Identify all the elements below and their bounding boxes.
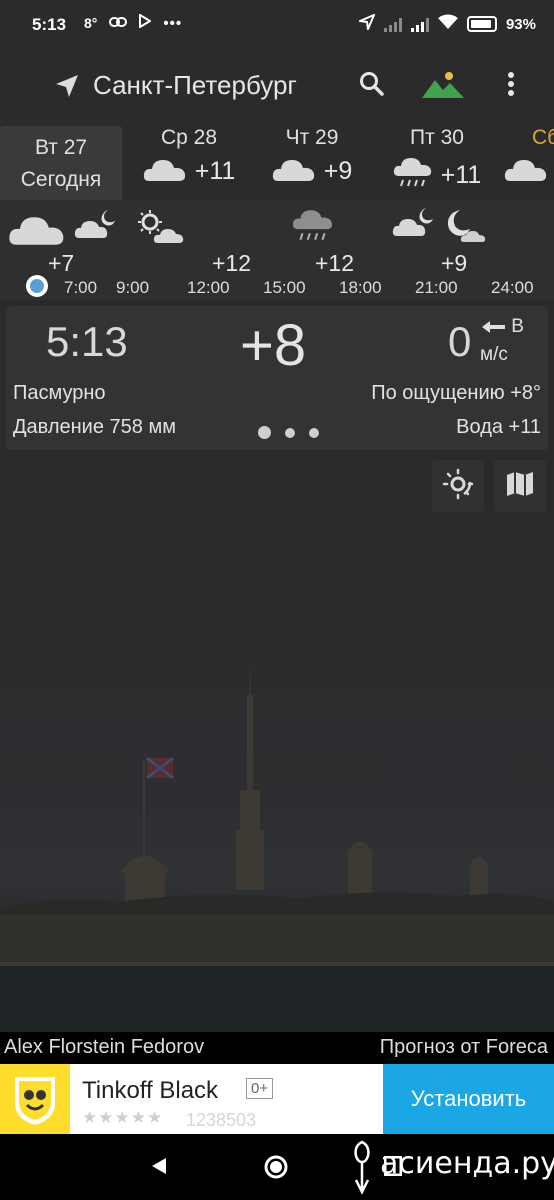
rain-icon — [393, 156, 433, 195]
status-time: 5:13 — [32, 15, 67, 34]
day-label: Ср 28 — [160, 126, 218, 149]
forecast-source[interactable]: Прогноз от Foreca — [380, 1036, 548, 1059]
watermark-text: асиенда.ру — [380, 1146, 554, 1181]
location-icon[interactable] — [54, 73, 80, 104]
night-cloudy-icon — [392, 206, 438, 243]
rating-stars: ★★★★★ — [82, 1108, 164, 1127]
navigation-bar: асиенда.ру — [0, 1134, 554, 1200]
tinkoff-logo — [0, 1064, 70, 1134]
partly-sunny-icon — [136, 210, 186, 249]
install-button[interactable]: Установить — [383, 1064, 554, 1134]
map-icon — [505, 469, 535, 504]
hourly-temp: +12 — [212, 250, 252, 276]
location-arrow-icon — [356, 13, 376, 34]
wind-speed: 0 — [448, 318, 472, 365]
wind-direction-label: В — [511, 316, 524, 337]
condition-text: Пасмурно — [13, 382, 106, 404]
hourly-temp: +9 — [441, 250, 468, 276]
weather-screen: 5:13 8° ••• 93% Санкт-Петербург Вт 27 Се… — [0, 0, 554, 1200]
day-today-label: Сегодня — [20, 168, 102, 191]
day-tab-sat[interactable]: Сб — [504, 126, 554, 200]
night-clear-icon — [446, 208, 488, 249]
wifi-icon — [437, 14, 458, 34]
hourly-time: 24:00 — [491, 278, 534, 297]
background-photo — [0, 660, 554, 1032]
signal-icon — [383, 16, 402, 32]
current-time: 5:13 — [46, 318, 128, 365]
hourly-temp: +12 — [315, 250, 355, 276]
battery-level: 93% — [505, 15, 536, 33]
play-icon — [139, 13, 153, 32]
status-bar: 5:13 8° ••• 93% — [0, 0, 554, 50]
current-temp: +8 — [240, 313, 307, 378]
pressure-text: Давление 758 мм — [13, 416, 176, 438]
hourly-time: 15:00 — [263, 278, 306, 297]
age-rating-badge: 0+ — [246, 1078, 274, 1099]
current-time-marker — [26, 275, 48, 297]
day-temp: +11 — [440, 161, 482, 189]
temperature-indicator: 8° — [84, 15, 98, 31]
watermark-logo-icon — [350, 1140, 374, 1200]
water-temp-text: Вода +11 — [456, 416, 541, 438]
signal-2-icon — [410, 16, 429, 32]
sun-radar-button[interactable] — [432, 460, 484, 512]
back-icon[interactable] — [150, 1156, 168, 1181]
link-icon — [109, 15, 128, 32]
day-temp: +9 — [323, 157, 353, 185]
search-icon[interactable] — [358, 70, 386, 103]
day-temp: +11 — [194, 157, 236, 185]
hourly-time: 7:00 — [64, 278, 98, 297]
battery-icon — [466, 16, 497, 32]
day-label: Вт 27 — [34, 136, 88, 159]
map-button[interactable] — [494, 460, 546, 512]
rain-icon — [292, 206, 334, 251]
cloudy-icon — [143, 156, 187, 187]
day-label: Чт 29 — [285, 126, 339, 149]
night-cloudy-icon — [74, 208, 120, 245]
hourly-temp: +7 — [48, 250, 75, 276]
credits-bar: Alex Florstein Fedorov Прогноз от Foreca — [0, 1032, 554, 1064]
cloudy-icon — [8, 212, 66, 251]
day-label: Пт 30 — [410, 126, 464, 149]
current-weather-card[interactable]: 5:13 +8 0 В м/с Пасмурно Давление 758 мм… — [6, 306, 548, 450]
wind-unit: м/с — [480, 344, 508, 365]
hourly-time: 21:00 — [415, 278, 458, 297]
cloudy-icon — [504, 156, 548, 187]
more-vert-icon[interactable] — [506, 70, 516, 105]
feels-like-text: По ощущению +8° — [371, 382, 541, 404]
day-tab-fri[interactable]: Пт 30 +11 — [382, 126, 492, 200]
ad-banner[interactable]: Tinkoff Black 0+ ★★★★★ 1238503 Установит… — [0, 1064, 554, 1134]
city-name[interactable]: Санкт-Петербург — [93, 70, 297, 101]
home-icon[interactable] — [263, 1154, 289, 1185]
hourly-time: 18:00 — [339, 278, 382, 297]
wind-direction: В — [480, 316, 524, 338]
hourly-forecast[interactable]: +7 +12 +12 +9 7:00 9:00 12:00 15:00 18:0… — [0, 200, 554, 300]
day-tab-wed[interactable]: Ср 28 +11 — [134, 126, 244, 200]
day-tab-today[interactable]: Вт 27 Сегодня — [0, 126, 122, 200]
day-label: Сб — [532, 126, 554, 149]
page-indicator — [258, 426, 319, 439]
landscape-icon[interactable] — [422, 70, 464, 105]
day-tab-thu[interactable]: Чт 29 +9 — [262, 126, 362, 200]
sun-radar-icon — [442, 468, 474, 505]
hourly-time: 12:00 — [187, 278, 230, 297]
ad-title: Tinkoff Black — [82, 1077, 219, 1104]
more-notifications-icon: ••• — [163, 14, 183, 32]
hourly-time: 9:00 — [116, 278, 150, 297]
days-row: Вт 27 Сегодня Ср 28 +11 Чт 29 +9 Пт 30 +… — [0, 126, 554, 200]
cloudy-icon — [272, 156, 316, 187]
photo-author[interactable]: Alex Florstein Fedorov — [4, 1036, 204, 1059]
rating-count: 1238503 — [186, 1110, 257, 1130]
toolbar: Санкт-Петербург — [0, 60, 554, 112]
